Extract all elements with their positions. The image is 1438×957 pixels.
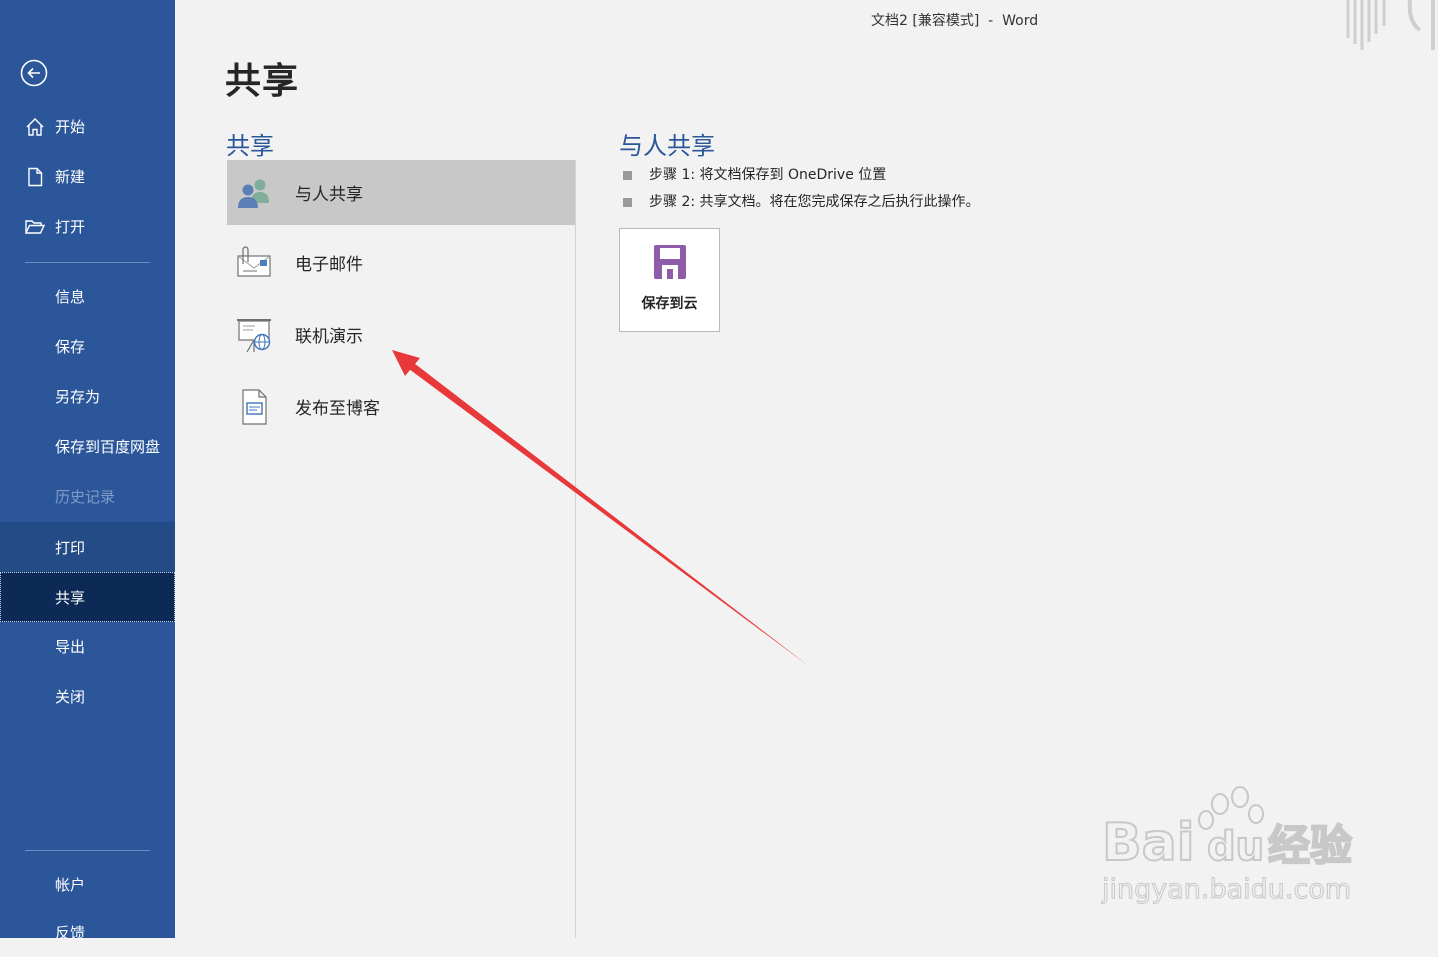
watermark-brand: Bai	[1102, 813, 1195, 873]
sidebar-item-label: 帐户	[55, 875, 86, 894]
sidebar-item-label: 保存	[55, 337, 86, 356]
sidebar-item-label: 历史记录	[55, 487, 116, 506]
back-arrow-icon[interactable]	[20, 59, 48, 87]
folder-open-icon	[24, 220, 46, 234]
share-option-email[interactable]: 电子邮件	[227, 230, 575, 295]
sidebar-item-label: 共享	[55, 588, 86, 607]
online-presentation-icon	[237, 318, 271, 352]
sidebar-item-label: 关闭	[55, 687, 86, 706]
baidu-jingyan-watermark: Bai du 经验 jingyan.baidu.com	[1101, 786, 1353, 906]
email-icon	[237, 245, 271, 277]
bullet-icon	[623, 170, 632, 180]
sidebar-item-new[interactable]: 新建	[0, 151, 175, 201]
sidebar-item-feedback[interactable]: 反馈	[0, 907, 175, 957]
share-option-label: 电子邮件	[295, 255, 363, 275]
sidebar-item-print[interactable]: 打印	[0, 522, 175, 572]
sidebar-item-export[interactable]: 导出	[0, 621, 175, 671]
blog-icon	[242, 388, 267, 425]
sidebar-item-label: 保存到百度网盘	[55, 437, 161, 456]
new-document-icon	[28, 167, 43, 187]
sidebar-item-save[interactable]: 保存	[0, 321, 175, 371]
share-option-share-with-people[interactable]: 与人共享	[227, 160, 575, 225]
share-option-publish-blog[interactable]: 发布至博客	[227, 374, 575, 439]
share-option-label: 联机演示	[295, 327, 363, 347]
window-title: 文档2 [兼容模式] - Word	[871, 13, 1039, 29]
sidebar-item-label: 新建	[55, 167, 86, 186]
sidebar-item-save-to-baidu[interactable]: 保存到百度网盘	[0, 421, 175, 471]
sidebar-item-label: 开始	[55, 117, 86, 136]
watermark-brand-du: du	[1207, 824, 1264, 870]
sidebar-item-share[interactable]: 共享	[0, 572, 175, 622]
sidebar-item-label: 打印	[55, 538, 86, 557]
sidebar-item-close[interactable]: 关闭	[0, 671, 175, 721]
sidebar-item-history: 历史记录	[0, 471, 175, 521]
sidebar-item-info[interactable]: 信息	[0, 271, 175, 321]
page-title: 共享	[225, 61, 300, 102]
step-text: 步骤 1: 将文档保存到 OneDrive 位置	[649, 167, 887, 183]
sidebar-item-label: 反馈	[55, 923, 86, 942]
sidebar-item-label: 打开	[55, 217, 86, 236]
share-option-present-online[interactable]: 联机演示	[227, 302, 575, 367]
sidebar-separator	[25, 850, 150, 851]
step-item: 步骤 1: 将文档保存到 OneDrive 位置	[623, 164, 886, 184]
backstage-sidebar: 开始 新建 打开 信息 保存 另存为 保存到百度网盘 历史记录 打印 共享 导出…	[0, 0, 175, 942]
floppy-disk-icon	[654, 245, 686, 279]
share-section-heading: 共享	[226, 132, 274, 160]
title-bar-decoration	[1346, 0, 1435, 50]
sidebar-item-label: 信息	[55, 287, 86, 306]
sidebar-item-label: 另存为	[55, 387, 101, 406]
save-to-cloud-button[interactable]: 保存到云	[619, 228, 720, 332]
sidebar-item-label: 导出	[55, 637, 86, 656]
home-icon	[26, 118, 44, 136]
watermark-url: jingyan.baidu.com	[1101, 874, 1351, 905]
step-item: 步骤 2: 共享文档。将在您完成保存之后执行此操作。	[623, 191, 980, 211]
panel-divider	[575, 160, 576, 938]
sidebar-item-save-as[interactable]: 另存为	[0, 371, 175, 421]
people-icon	[238, 179, 269, 208]
sidebar-item-open[interactable]: 打开	[0, 201, 175, 251]
save-to-cloud-label: 保存到云	[641, 296, 698, 312]
sidebar-item-home[interactable]: 开始	[0, 101, 175, 151]
sidebar-item-account[interactable]: 帐户	[0, 859, 175, 909]
share-option-label: 发布至博客	[295, 399, 380, 419]
step-text: 步骤 2: 共享文档。将在您完成保存之后执行此操作。	[649, 194, 980, 210]
bullet-icon	[623, 197, 632, 207]
detail-heading: 与人共享	[619, 132, 715, 160]
sidebar-separator	[25, 262, 150, 263]
share-option-label: 与人共享	[295, 185, 363, 205]
watermark-suffix: 经验	[1268, 821, 1352, 870]
